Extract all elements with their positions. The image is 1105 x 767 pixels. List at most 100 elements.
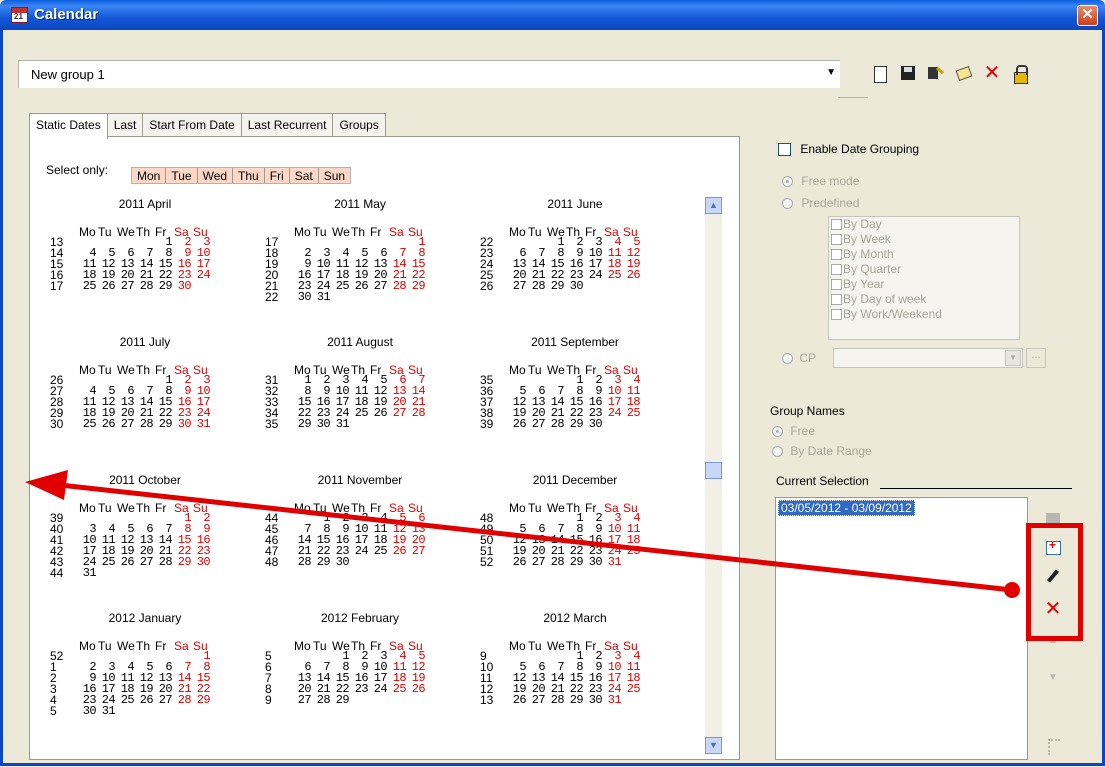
checkbox[interactable]	[831, 249, 842, 261]
day-cell[interactable]: 29	[193, 694, 212, 706]
scroll-down-button[interactable]: ▼	[705, 737, 722, 754]
predefined-item[interactable]: By Year	[829, 277, 1019, 292]
move-down-icon[interactable]: ▼	[1042, 672, 1064, 694]
cp-combo[interactable]: ▼	[833, 348, 1023, 368]
group-combo[interactable]: New group 1 ▼	[18, 60, 840, 88]
tab-static-dates[interactable]: Static Dates	[29, 113, 108, 139]
day-cell[interactable]: 30	[79, 705, 98, 717]
day-cell[interactable]: 31	[98, 705, 117, 717]
free-mode-radio[interactable]	[782, 176, 793, 188]
day-cell[interactable]: 30	[313, 418, 332, 430]
predefined-item[interactable]: By Day of week	[829, 292, 1019, 307]
day-cell[interactable]: 26	[136, 694, 155, 706]
day-cell[interactable]: 25	[79, 280, 98, 292]
day-cell[interactable]: 30	[193, 556, 212, 568]
day-cell[interactable]: 27	[528, 418, 547, 430]
day-cell[interactable]: 25	[370, 545, 389, 557]
day-cell[interactable]: 25	[604, 269, 623, 281]
cp-browse-button[interactable]: ...	[1026, 348, 1046, 368]
tab-start-from-date[interactable]: Start From Date	[142, 113, 242, 137]
gn-free-row[interactable]: Free	[772, 424, 815, 438]
new-icon[interactable]	[866, 63, 894, 85]
gn-free-radio[interactable]	[772, 426, 783, 438]
save-icon[interactable]	[894, 63, 922, 85]
scroll-thumb[interactable]	[705, 462, 722, 479]
day-cell[interactable]: 26	[351, 280, 370, 292]
checkbox[interactable]	[831, 264, 842, 276]
day-cell[interactable]: 25	[623, 545, 642, 557]
day-cell[interactable]: 26	[117, 556, 136, 568]
day-filter-mon[interactable]: Mon	[132, 168, 167, 183]
day-cell[interactable]: 28	[408, 407, 427, 419]
day-cell[interactable]: 29	[408, 280, 427, 292]
day-cell[interactable]: 27	[528, 694, 547, 706]
day-cell[interactable]: 26	[98, 280, 117, 292]
day-cell[interactable]: 25	[623, 683, 642, 695]
copy-icon[interactable]	[950, 63, 978, 85]
day-cell[interactable]: 29	[566, 694, 585, 706]
day-cell[interactable]: 23	[351, 683, 370, 695]
day-cell[interactable]: 27	[117, 280, 136, 292]
day-cell[interactable]: 26	[98, 418, 117, 430]
predefined-radio[interactable]	[782, 198, 793, 210]
day-cell[interactable]: 30	[332, 556, 351, 568]
day-cell[interactable]: 30	[174, 280, 193, 292]
day-cell[interactable]: 27	[155, 694, 174, 706]
day-cell[interactable]: 28	[547, 418, 566, 430]
checkbox[interactable]	[831, 309, 842, 321]
day-cell[interactable]: 25	[98, 556, 117, 568]
free-mode-row[interactable]: Free mode	[782, 174, 859, 188]
day-cell[interactable]: 24	[370, 683, 389, 695]
day-cell[interactable]: 26	[509, 556, 528, 568]
delete-icon[interactable]: ✕	[978, 63, 1006, 85]
day-cell[interactable]: 31	[604, 694, 623, 706]
day-cell[interactable]: 27	[370, 280, 389, 292]
selection-item[interactable]: 03/05/2012 - 03/09/2012	[778, 500, 915, 516]
day-cell[interactable]: 28	[155, 556, 174, 568]
day-cell[interactable]: 28	[294, 556, 313, 568]
day-cell[interactable]: 31	[332, 418, 351, 430]
tab-last-recurrent[interactable]: Last Recurrent	[240, 113, 334, 137]
gn-range-radio[interactable]	[772, 446, 783, 458]
day-cell[interactable]: 27	[408, 545, 427, 557]
day-cell[interactable]: 29	[155, 280, 174, 292]
day-cell[interactable]: 26	[408, 683, 427, 695]
day-filter-tue[interactable]: Tue	[166, 168, 198, 183]
edit-icon[interactable]	[922, 63, 950, 85]
checkbox[interactable]	[831, 219, 842, 231]
day-cell[interactable]: 31	[604, 556, 623, 568]
day-cell[interactable]: 24	[351, 545, 370, 557]
day-cell[interactable]: 29	[313, 556, 332, 568]
tab-groups[interactable]: Groups	[332, 113, 386, 137]
current-selection-list[interactable]: 03/05/2012 - 03/09/2012	[775, 497, 1028, 760]
predefined-item[interactable]: By Day	[829, 217, 1019, 232]
predefined-item[interactable]: By Week	[829, 232, 1019, 247]
day-cell[interactable]: 28	[136, 418, 155, 430]
day-cell[interactable]: 28	[547, 694, 566, 706]
day-cell[interactable]: 30	[174, 418, 193, 430]
day-cell[interactable]: 29	[155, 418, 174, 430]
day-cell[interactable]: 30	[585, 556, 604, 568]
day-cell[interactable]: 27	[528, 556, 547, 568]
day-cell[interactable]: 24	[585, 269, 604, 281]
day-cell[interactable]: 29	[547, 280, 566, 292]
enable-grouping-checkbox[interactable]	[778, 143, 791, 157]
day-cell[interactable]: 25	[332, 280, 351, 292]
cp-radio[interactable]	[782, 353, 793, 365]
day-filter-wed[interactable]: Wed	[198, 168, 234, 183]
enable-grouping-row[interactable]: Enable Date Grouping	[778, 142, 919, 157]
day-cell[interactable]: 29	[294, 418, 313, 430]
predefined-item[interactable]: By Work/Weekend	[829, 307, 1019, 322]
gn-range-row[interactable]: By Date Range	[772, 444, 872, 458]
predefined-item[interactable]: By Quarter	[829, 262, 1019, 277]
day-filter-sat[interactable]: Sat	[290, 168, 319, 183]
day-cell[interactable]: 26	[389, 545, 408, 557]
day-cell[interactable]: 31	[193, 418, 212, 430]
day-cell[interactable]: 27	[509, 280, 528, 292]
day-cell[interactable]: 31	[313, 291, 332, 303]
day-cell[interactable]: 30	[585, 418, 604, 430]
day-cell[interactable]: 25	[351, 407, 370, 419]
day-cell[interactable]: 28	[136, 280, 155, 292]
day-cell[interactable]: 24	[604, 407, 623, 419]
calendar-scrollbar[interactable]: ▲ ▼	[705, 197, 722, 754]
